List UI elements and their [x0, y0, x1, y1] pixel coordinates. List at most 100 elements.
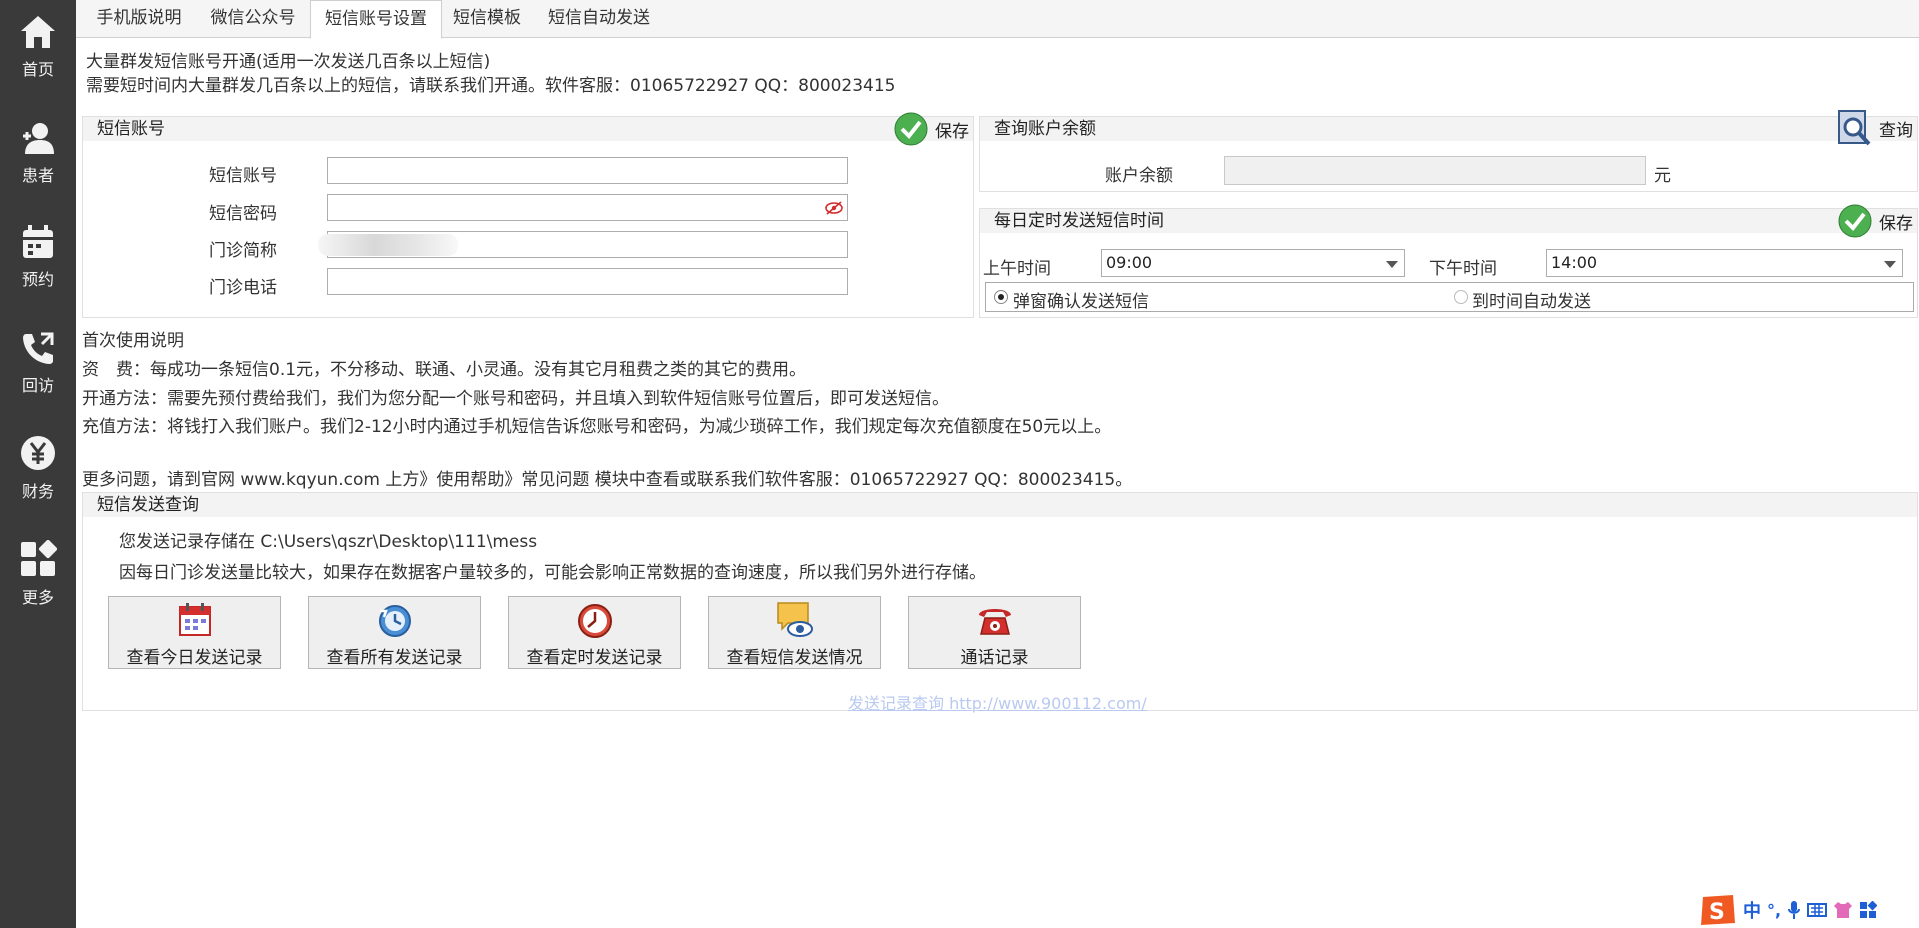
sidebar-item-label: 回访: [21, 376, 54, 395]
message-eye-icon: [777, 602, 813, 637]
sidebar: 首页 患者 预约 回访 财务 更多: [0, 0, 76, 928]
balance-query-button[interactable]: 查询: [1837, 109, 1913, 147]
calendar-icon: [23, 225, 53, 258]
field-label: 门诊简称: [209, 241, 277, 261]
auto-send-radio[interactable]: [1454, 290, 1468, 304]
am-time-value: 09:00: [1106, 253, 1153, 272]
calendar-icon: [179, 603, 211, 636]
balance-value-field: [1224, 156, 1646, 185]
account-save-button[interactable]: 保存: [893, 111, 969, 147]
sogou-logo-icon[interactable]: S: [1697, 893, 1737, 927]
call-records-button[interactable]: 通话记录: [908, 596, 1081, 669]
fee-text: 资 费：每成功一条短信0.1元，不分移动、联通、小灵通。没有其它月租费之类的其它…: [82, 360, 807, 380]
button-label: 查看所有发送记录: [326, 648, 463, 668]
more-grid-icon: [21, 540, 57, 576]
field-label: 门诊电话: [209, 278, 277, 298]
check-icon: [894, 112, 928, 146]
pm-time-value: 14:00: [1551, 253, 1598, 272]
pm-time-label: 下午时间: [1429, 259, 1497, 279]
schedule-panel: 每日定时发送短信时间 保存 上午时间 09:00 下午时间 14:00 弹窗确认…: [979, 204, 1918, 318]
confirm-popup-radio[interactable]: [994, 290, 1008, 304]
yen-icon: [21, 436, 55, 470]
clock-icon: [578, 604, 612, 638]
view-scheduled-records-button[interactable]: 查看定时发送记录: [508, 596, 681, 669]
tab-wechat[interactable]: 微信公众号: [198, 0, 308, 36]
panel-header: [83, 117, 973, 141]
open-method-text: 开通方法：需要先预付费给我们，我们为您分配一个账号和密码，并且填入到软件短信账号…: [82, 389, 949, 409]
telephone-icon: [979, 609, 1011, 635]
clinic-phone-input[interactable]: [327, 268, 848, 295]
skin-shirt-icon[interactable]: [1833, 901, 1853, 919]
svg-text:S: S: [1709, 900, 1725, 925]
storage-note-text: 因每日门诊发送量比较大，如果存在数据客户量较多的，可能会影响正常数据的查询速度，…: [119, 563, 986, 583]
view-sms-status-button[interactable]: 查看短信发送情况: [708, 596, 881, 669]
phone-icon: [23, 332, 54, 364]
currency-unit: 元: [1654, 166, 1671, 186]
sidebar-item-home[interactable]: 首页: [0, 14, 76, 80]
history-icon: [379, 605, 411, 637]
patient-icon: [23, 123, 54, 154]
send-mode-group: 弹窗确认发送短信 到时间自动发送: [985, 282, 1914, 312]
panel-title: 短信发送查询: [97, 495, 199, 515]
tab-mobile-guide[interactable]: 手机版说明: [84, 0, 194, 36]
query-label: 查询: [1879, 120, 1913, 141]
save-label: 保存: [1879, 213, 1913, 234]
sidebar-item-label: 更多: [21, 588, 54, 607]
toolbox-grid-icon[interactable]: [1859, 901, 1878, 919]
sidebar-item-finance[interactable]: 财务: [0, 434, 76, 502]
confirm-popup-label: 弹窗确认发送短信: [1013, 292, 1149, 312]
auto-send-label: 到时间自动发送: [1472, 292, 1591, 312]
sidebar-item-label: 预约: [21, 270, 54, 289]
chevron-down-icon: [1386, 261, 1398, 268]
am-time-label: 上午时间: [983, 259, 1051, 279]
save-label: 保存: [935, 121, 969, 142]
field-label: 短信账号: [209, 166, 277, 186]
microphone-icon[interactable]: [1787, 900, 1801, 920]
pm-time-select[interactable]: 14:00: [1546, 249, 1903, 277]
sidebar-item-label: 财务: [21, 482, 54, 501]
schedule-save-button[interactable]: 保存: [1837, 203, 1913, 239]
tab-sms-template[interactable]: 短信模板: [442, 0, 532, 36]
instructions-title: 首次使用说明: [82, 331, 184, 351]
panel-title: 短信账号: [97, 119, 165, 139]
sidebar-item-label: 首页: [21, 60, 54, 79]
sidebar-item-patient[interactable]: 患者: [0, 120, 76, 186]
more-help-text: 更多问题，请到官网 www.kqyun.com 上方》使用帮助》常见问题 模块中…: [82, 470, 1133, 490]
panel-title: 每日定时发送短信时间: [994, 211, 1164, 231]
panel-header: [980, 117, 1917, 141]
am-time-select[interactable]: 09:00: [1101, 249, 1405, 277]
panel-title: 查询账户余额: [994, 119, 1096, 139]
tab-sms-account[interactable]: 短信账号设置: [310, 0, 442, 39]
punctuation-indicator[interactable]: °,: [1767, 901, 1781, 920]
sidebar-item-more[interactable]: 更多: [0, 540, 76, 608]
button-label: 查看今日发送记录: [126, 648, 263, 668]
redacted-blur: [318, 234, 458, 256]
tab-bar: 手机版说明 微信公众号 短信账号设置 短信模板 短信自动发送: [76, 0, 1919, 39]
sms-account-input[interactable]: [327, 157, 848, 184]
records-query-link[interactable]: 发送记录查询 http://www.900112.com/: [848, 690, 1147, 714]
recharge-method-text: 充值方法：将钱打入我们账户。我们2-12小时内通过手机短信告诉您账号和密码，为减…: [82, 417, 1112, 437]
button-label: 查看定时发送记录: [526, 648, 663, 668]
home-icon: [21, 16, 55, 48]
search-document-icon: [1838, 110, 1871, 146]
balance-panel: 查询账户余额 查询 账户余额 元: [979, 110, 1918, 192]
sidebar-item-label: 患者: [21, 166, 54, 185]
intro-line1: 大量群发短信账号开通(适用一次发送几百条以上短信): [86, 52, 491, 72]
field-label: 短信密码: [209, 204, 277, 224]
ime-tray: S 中 °,: [1697, 892, 1919, 928]
chevron-down-icon: [1884, 261, 1896, 268]
keyboard-icon[interactable]: [1807, 902, 1828, 918]
sms-password-input[interactable]: [327, 194, 848, 221]
balance-label: 账户余额: [1105, 166, 1173, 186]
hide-password-eye-icon[interactable]: [824, 200, 844, 216]
check-icon: [1838, 204, 1872, 238]
tab-sms-auto-send[interactable]: 短信自动发送: [534, 0, 664, 36]
ime-mode-indicator[interactable]: 中: [1743, 897, 1761, 923]
button-label: 查看短信发送情况: [726, 648, 863, 668]
storage-path-text: 您发送记录存储在 C:\Users\qszr\Desktop\111\mess: [119, 532, 538, 552]
view-all-records-button[interactable]: 查看所有发送记录: [308, 596, 481, 669]
sidebar-item-appointment[interactable]: 预约: [0, 224, 76, 290]
sidebar-item-followup[interactable]: 回访: [0, 330, 76, 396]
view-today-records-button[interactable]: 查看今日发送记录: [108, 596, 281, 669]
panel-header: [83, 493, 1917, 517]
